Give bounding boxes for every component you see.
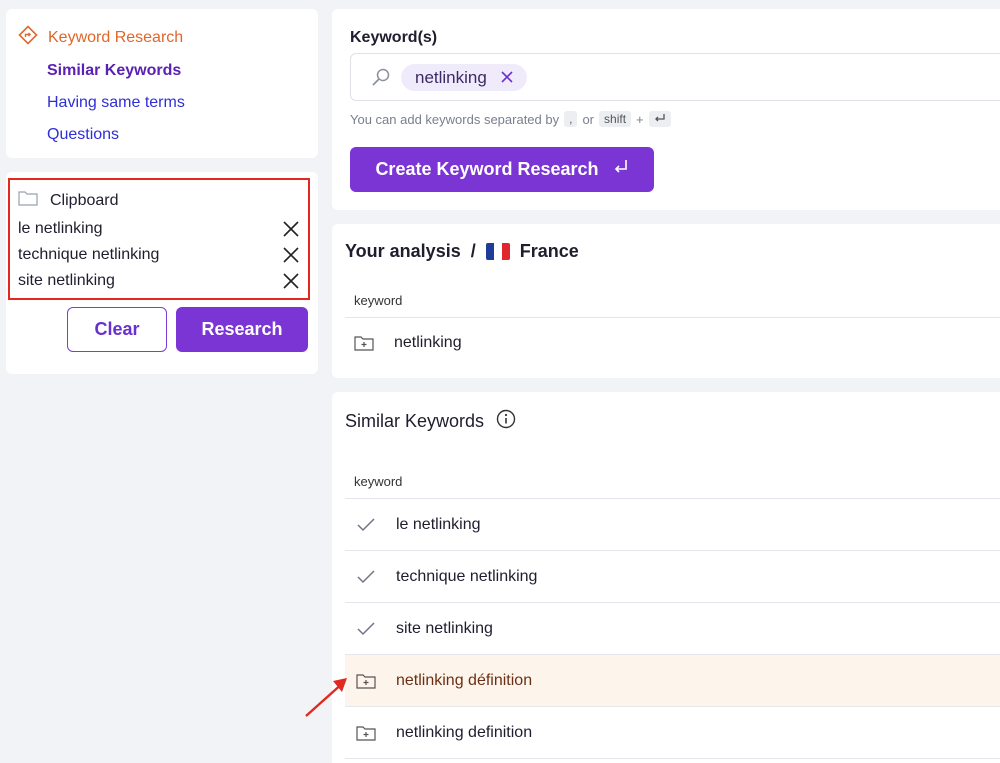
keyword-cell: le netlinking: [396, 515, 481, 533]
folder-icon: [18, 190, 38, 211]
clipboard-header: Clipboard: [18, 190, 118, 211]
nav-header-label: Keyword Research: [48, 28, 184, 46]
search-icon: [371, 67, 391, 92]
table-row: le netlinking: [345, 499, 1000, 551]
country-label: France: [519, 241, 579, 261]
analysis-title-label: Your analysis: [345, 241, 461, 261]
hint-or: or: [582, 111, 595, 127]
enter-icon: [613, 159, 629, 180]
remove-icon[interactable]: [282, 220, 300, 238]
folder-plus-icon[interactable]: [354, 335, 374, 351]
table-row: netlinking: [354, 334, 462, 352]
clipboard-panel: Clipboard le netlinking technique netlin…: [6, 172, 318, 374]
similar-keywords-title: Similar Keywords: [345, 411, 485, 431]
similar-keywords-panel: Similar Keywords keyword le netlinking t…: [332, 392, 1000, 763]
create-keyword-research-button[interactable]: Create Keyword Research: [350, 147, 654, 192]
table-row: netlinking definition: [345, 707, 1000, 759]
keyword-research-nav: Keyword Research Similar Keywords Having…: [6, 9, 318, 158]
keyword-input[interactable]: netlinking: [350, 53, 1000, 101]
keyword-cell: netlinking definition: [396, 723, 533, 741]
nav-item-having-same-terms[interactable]: Having same terms: [47, 94, 185, 112]
keyword-column-header: keyword: [354, 474, 403, 489]
remove-icon[interactable]: [282, 272, 300, 290]
clipboard-highlight: Clipboard le netlinking technique netlin…: [8, 178, 310, 300]
keyword-hint: You can add keywords separated by , or s…: [350, 111, 671, 127]
comma-key: ,: [564, 111, 578, 127]
check-icon: [356, 569, 376, 584]
your-analysis-panel: Your analysis / France keyword netlinkin…: [332, 224, 1000, 378]
nav-item-questions[interactable]: Questions: [47, 126, 119, 144]
clipboard-item-label: site netlinking: [18, 272, 115, 289]
clipboard-title: Clipboard: [50, 191, 119, 209]
table-row: netlinking définition: [345, 655, 1000, 707]
keyword-cell: netlinking: [394, 334, 462, 351]
clipboard-item: technique netlinking: [18, 246, 300, 264]
hint-plus: +: [636, 111, 644, 127]
clipboard-item: site netlinking: [18, 272, 300, 290]
folder-plus-icon[interactable]: [356, 673, 376, 689]
nav-item-similar-keywords[interactable]: Similar Keywords: [47, 62, 181, 80]
research-button[interactable]: Research: [176, 307, 308, 352]
check-icon: [356, 517, 376, 532]
keyword-cell: technique netlinking: [396, 567, 538, 585]
shift-key: shift: [599, 111, 632, 127]
similar-keywords-header: Similar Keywords: [345, 409, 516, 434]
close-icon[interactable]: [501, 68, 513, 88]
keywords-label: Keyword(s): [350, 29, 438, 46]
info-icon[interactable]: [496, 409, 516, 434]
clipboard-item: le netlinking: [18, 220, 300, 238]
keyword-cell: netlinking définition: [396, 671, 533, 689]
table-row: technique netlinking: [345, 551, 1000, 603]
keyword-column-header: keyword: [354, 293, 403, 308]
hint-text: You can add keywords separated by: [350, 111, 560, 127]
directions-icon: [18, 25, 38, 50]
keyword-input-panel: Keyword(s) netlinking You can add keywor…: [332, 9, 1000, 210]
clipboard-item-label: technique netlinking: [18, 246, 160, 263]
clipboard-item-label: le netlinking: [18, 220, 103, 237]
remove-icon[interactable]: [282, 246, 300, 264]
create-button-label: Create Keyword Research: [375, 159, 599, 179]
analysis-title: Your analysis / France: [345, 241, 579, 262]
enter-key-icon: [648, 111, 671, 127]
france-flag-icon: [485, 243, 510, 260]
check-icon: [356, 621, 376, 636]
keyword-chip: netlinking: [401, 64, 527, 91]
divider: [345, 317, 1000, 318]
clear-button[interactable]: Clear: [67, 307, 167, 352]
keyword-cell: site netlinking: [396, 619, 493, 637]
title-separator: /: [470, 241, 476, 261]
keyword-chip-label: netlinking: [415, 67, 487, 87]
table-row: site netlinking: [345, 603, 1000, 655]
nav-header[interactable]: Keyword Research: [18, 25, 183, 50]
folder-plus-icon[interactable]: [356, 725, 376, 741]
annotation-arrow-icon: [305, 678, 347, 717]
